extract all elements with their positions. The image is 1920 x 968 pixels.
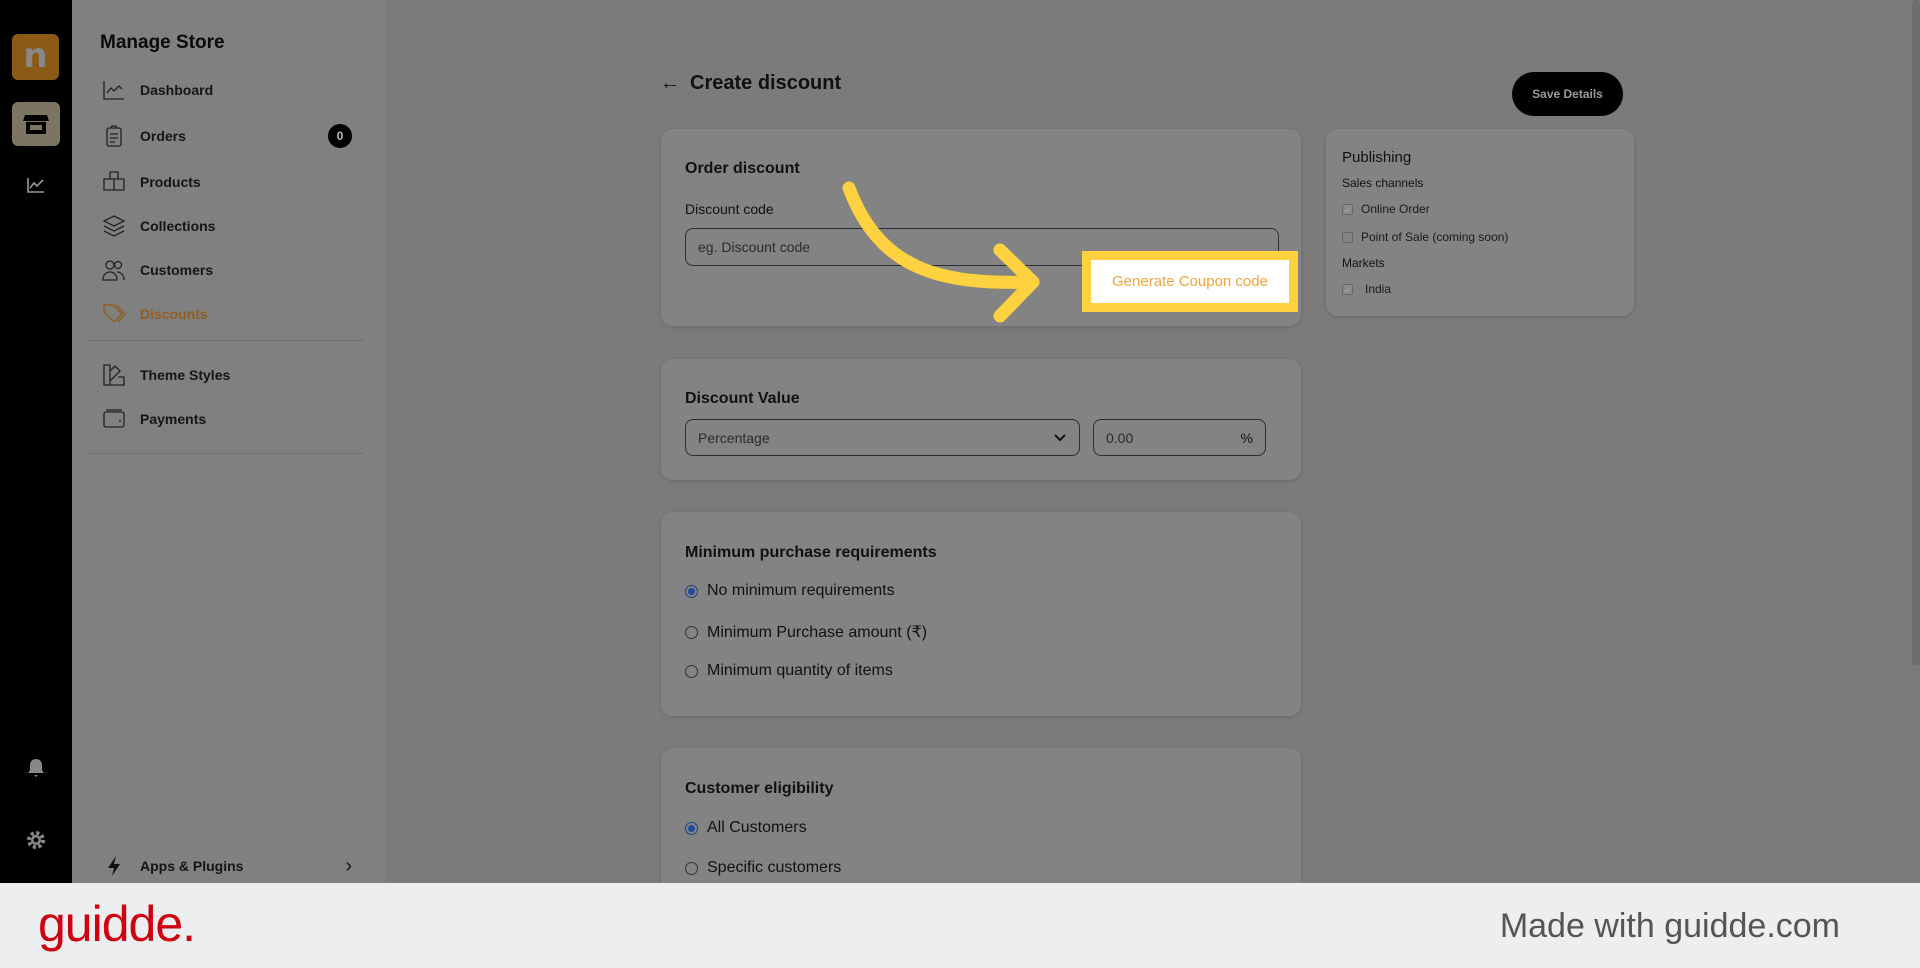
guide-arrow-annotation [842, 181, 1040, 323]
guidde-logo: guidde. [38, 896, 196, 952]
scrollbar[interactable] [1912, 0, 1920, 665]
made-with-text: Made with guidde.com [1499, 907, 1840, 945]
footer-bar: guidde. Made with guidde.com [0, 883, 1920, 968]
